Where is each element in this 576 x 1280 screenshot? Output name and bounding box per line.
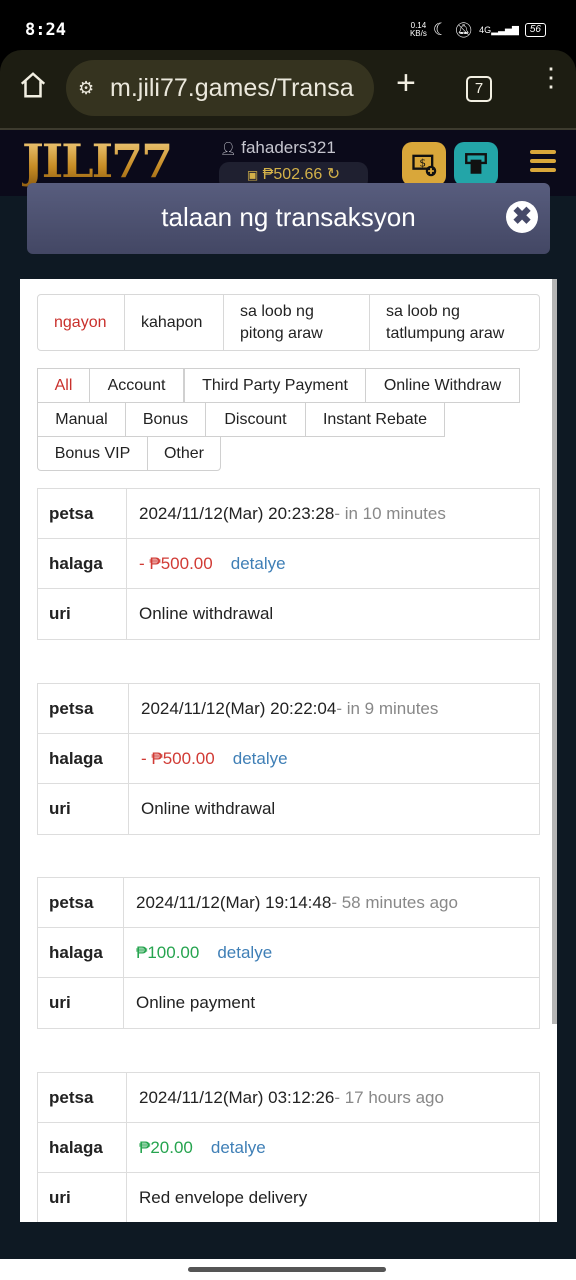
svg-text:$: $	[419, 157, 426, 169]
new-tab-icon[interactable]: +	[396, 64, 416, 103]
signal-icon: 4G▂▃▅▇	[479, 24, 519, 35]
relative-time: - 17 hours ago	[334, 1088, 444, 1107]
transaction-datetime: 2024/11/12(Mar) 19:14:48	[136, 893, 332, 912]
status-bar: 8:24 0.14 KB/s ☾ 🔕︎ 4G▂▃▅▇ 56	[0, 0, 576, 52]
type-row: uri Online withdrawal	[38, 784, 539, 834]
filter-bonus-vip[interactable]: Bonus VIP	[37, 436, 148, 471]
type-row: uri Online withdrawal	[38, 589, 539, 639]
date-row: petsa 2024/11/12(Mar) 19:14:48- 58 minut…	[38, 878, 539, 928]
atm-icon	[465, 153, 487, 174]
gesture-handle[interactable]	[188, 1267, 386, 1272]
cash-icon: ▣	[246, 168, 259, 182]
status-icons: 0.14 KB/s ☾ 🔕︎ 4G▂▃▅▇ 56	[410, 20, 546, 40]
muted-bell-icon: 🔕︎	[454, 22, 474, 39]
detail-link[interactable]: detalye	[231, 554, 286, 573]
filter-instant-rebate[interactable]: Instant Rebate	[305, 402, 445, 437]
filter-manual[interactable]: Manual	[37, 402, 126, 437]
deposit-button[interactable]: $	[402, 142, 446, 186]
date-row: petsa 2024/11/12(Mar) 20:23:28- in 10 mi…	[38, 489, 539, 539]
tab-yesterday[interactable]: kahapon	[125, 295, 224, 350]
amount-row: halaga ₱20.00 detalye	[38, 1123, 539, 1173]
filter-all[interactable]: All	[37, 368, 90, 403]
withdraw-button[interactable]	[454, 142, 498, 186]
transaction-type: Online withdrawal	[141, 799, 276, 818]
scrollbar[interactable]	[552, 279, 557, 1024]
transaction-card: petsa 2024/11/12(Mar) 03:12:26- 17 hours…	[37, 1072, 540, 1222]
amount-row: halaga - ₱500.00 detalye	[38, 734, 539, 784]
transaction-amount: - ₱500.00	[139, 554, 213, 573]
type-row: uri Red envelope delivery	[38, 1173, 539, 1222]
detail-link[interactable]: detalye	[211, 1138, 266, 1157]
modal-title: talaan ng transaksyon	[27, 183, 550, 254]
relative-time: - in 10 minutes	[334, 504, 446, 523]
tab-switcher-icon[interactable]: 7	[466, 76, 492, 102]
deposit-icon: $	[412, 154, 437, 177]
transaction-amount: ₱20.00	[139, 1138, 193, 1157]
site-logo[interactable]: JILI77	[22, 134, 173, 188]
battery-icon: 56	[524, 23, 546, 37]
detail-link[interactable]: detalye	[233, 749, 288, 768]
type-row: uri Online payment	[38, 978, 539, 1028]
balance-value: ₱502.66	[262, 166, 323, 183]
site-settings-icon[interactable]: ⚙︎	[78, 60, 94, 116]
home-icon[interactable]	[18, 70, 48, 105]
filter-bonus[interactable]: Bonus	[125, 402, 206, 437]
do-not-disturb-icon: ☾	[432, 20, 449, 39]
transaction-card: petsa 2024/11/12(Mar) 19:14:48- 58 minut…	[37, 877, 540, 1029]
transaction-amount: ₱100.00	[136, 943, 200, 962]
transaction-datetime: 2024/11/12(Mar) 20:22:04	[141, 699, 337, 718]
relative-time: - 58 minutes ago	[331, 893, 458, 912]
filter-account[interactable]: Account	[89, 368, 184, 403]
hamburger-menu-icon[interactable]	[530, 150, 556, 177]
amount-row: halaga - ₱500.00 detalye	[38, 539, 539, 589]
system-nav-bar	[0, 1259, 576, 1280]
url-bar[interactable]: ⚙︎ m.jili77.games/Transa	[66, 60, 374, 116]
close-icon[interactable]: ✖	[506, 201, 538, 233]
detail-link[interactable]: detalye	[217, 943, 272, 962]
filter-discount[interactable]: Discount	[205, 402, 306, 437]
refresh-icon[interactable]: ↻	[327, 166, 340, 183]
network-speed: 0.14 KB/s	[409, 21, 427, 38]
filter-third-party-payment[interactable]: Third Party Payment	[184, 368, 366, 403]
url-text: m.jili77.games/Transa	[110, 74, 354, 102]
date-range-tabs: ngayon kahapon sa loob ng pitong araw sa…	[37, 294, 540, 351]
filter-online-withdraw[interactable]: Online Withdraw	[365, 368, 520, 403]
transaction-panel: ngayon kahapon sa loob ng pitong araw sa…	[20, 279, 557, 1222]
transaction-datetime: 2024/11/12(Mar) 20:23:28	[139, 504, 335, 523]
transaction-datetime: 2024/11/12(Mar) 03:12:26	[139, 1088, 335, 1107]
more-menu-icon[interactable]: ⋮	[538, 64, 564, 90]
transaction-type: Red envelope delivery	[139, 1188, 308, 1207]
username: 👤︎ fahaders321	[220, 138, 336, 157]
browser-toolbar: ⚙︎ m.jili77.games/Transa + 7 ⋮	[0, 50, 576, 128]
transaction-card: petsa 2024/11/12(Mar) 20:22:04- in 9 min…	[37, 683, 540, 835]
relative-time: - in 9 minutes	[336, 699, 439, 718]
transaction-type: Online withdrawal	[139, 604, 274, 623]
filter-other[interactable]: Other	[147, 436, 221, 471]
transaction-type: Online payment	[136, 993, 256, 1012]
transaction-amount: - ₱500.00	[141, 749, 215, 768]
user-icon: 👤︎	[220, 141, 237, 156]
transaction-card: petsa 2024/11/12(Mar) 20:23:28- in 10 mi…	[37, 488, 540, 640]
amount-row: halaga ₱100.00 detalye	[38, 928, 539, 978]
date-row: petsa 2024/11/12(Mar) 03:12:26- 17 hours…	[38, 1073, 539, 1123]
tab-last-30-days[interactable]: sa loob ng tatlumpung araw	[370, 295, 539, 350]
tab-last-7-days[interactable]: sa loob ng pitong araw	[224, 295, 370, 350]
clock: 8:24	[25, 20, 66, 40]
date-row: petsa 2024/11/12(Mar) 20:22:04- in 9 min…	[38, 684, 539, 734]
tab-today[interactable]: ngayon	[38, 295, 125, 350]
